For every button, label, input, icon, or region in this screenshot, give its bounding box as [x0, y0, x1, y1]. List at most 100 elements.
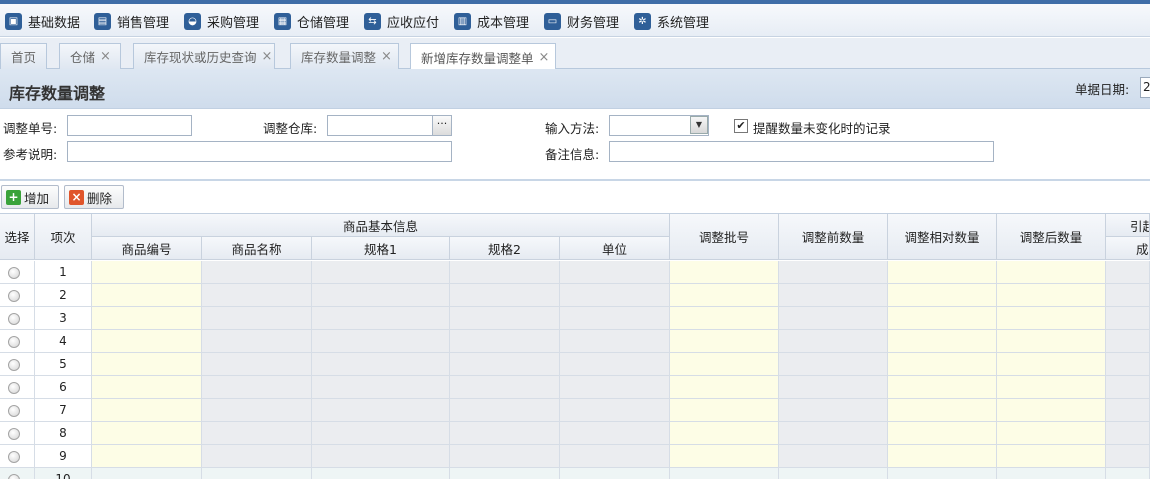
- close-icon[interactable]: ×: [381, 49, 392, 64]
- row-radio[interactable]: [8, 382, 20, 394]
- batch-cell[interactable]: [670, 353, 779, 376]
- row-radio[interactable]: [8, 313, 20, 325]
- after-qty-cell[interactable]: [997, 422, 1106, 445]
- table-row[interactable]: 2: [0, 284, 1150, 307]
- remind-checkbox[interactable]: ✔: [734, 119, 748, 133]
- cost-cell: [1106, 376, 1150, 399]
- menu-item-receivable-payable[interactable]: ⇆ 应收应付: [364, 10, 439, 32]
- after-qty-cell[interactable]: [997, 468, 1106, 479]
- unit-cell: [560, 422, 670, 445]
- code-cell[interactable]: [92, 399, 202, 422]
- row-radio[interactable]: [8, 474, 20, 479]
- relative-qty-cell[interactable]: [888, 445, 997, 468]
- after-qty-cell[interactable]: [997, 353, 1106, 376]
- chevron-down-icon[interactable]: ▼: [690, 116, 708, 134]
- code-cell[interactable]: [92, 353, 202, 376]
- batch-cell[interactable]: [670, 261, 779, 284]
- code-cell[interactable]: [92, 284, 202, 307]
- batch-cell[interactable]: [670, 445, 779, 468]
- unit-cell: [560, 353, 670, 376]
- tab-new-adjust-order[interactable]: 新增库存数量调整单 ×: [410, 43, 556, 70]
- after-qty-cell[interactable]: [997, 399, 1106, 422]
- batch-cell[interactable]: [670, 307, 779, 330]
- delete-button[interactable]: × 删除: [64, 185, 124, 209]
- basket-icon: ◒: [184, 12, 201, 30]
- after-qty-cell[interactable]: [997, 376, 1106, 399]
- tab-home[interactable]: 首页: [0, 43, 47, 69]
- batch-cell[interactable]: [670, 330, 779, 353]
- table-row[interactable]: 10: [0, 468, 1150, 479]
- row-radio[interactable]: [8, 428, 20, 440]
- relative-qty-cell[interactable]: [888, 307, 997, 330]
- batch-cell[interactable]: [670, 468, 779, 479]
- table-row[interactable]: 3: [0, 307, 1150, 330]
- close-icon[interactable]: ×: [262, 49, 273, 64]
- date-field[interactable]: 2: [1140, 77, 1150, 98]
- relative-qty-cell[interactable]: [888, 284, 997, 307]
- code-cell[interactable]: [92, 376, 202, 399]
- relative-qty-cell[interactable]: [888, 376, 997, 399]
- code-cell[interactable]: [92, 422, 202, 445]
- after-qty-cell[interactable]: [997, 330, 1106, 353]
- relative-qty-cell[interactable]: [888, 422, 997, 445]
- table-row[interactable]: 7: [0, 399, 1150, 422]
- name-cell: [202, 261, 312, 284]
- unit-cell: [560, 468, 670, 479]
- reference-input[interactable]: [67, 141, 452, 162]
- menu-item-system[interactable]: ✲ 系统管理: [634, 10, 709, 32]
- batch-cell[interactable]: [670, 284, 779, 307]
- relative-qty-cell[interactable]: [888, 353, 997, 376]
- table-row[interactable]: 1: [0, 261, 1150, 284]
- after-qty-cell[interactable]: [997, 284, 1106, 307]
- after-qty-cell[interactable]: [997, 445, 1106, 468]
- menu-item-cost[interactable]: ▥ 成本管理: [454, 10, 529, 32]
- code-cell[interactable]: [92, 261, 202, 284]
- before-qty-cell: [779, 261, 888, 284]
- menu-item-sales[interactable]: ▤ 销售管理: [94, 10, 169, 32]
- name-cell: [202, 468, 312, 479]
- code-cell[interactable]: [92, 307, 202, 330]
- menu-item-finance[interactable]: ▭ 财务管理: [544, 10, 619, 32]
- before-qty-cell: [779, 445, 888, 468]
- tab-inventory-adjust[interactable]: 库存数量调整 ×: [290, 43, 399, 69]
- relative-qty-cell[interactable]: [888, 261, 997, 284]
- code-cell[interactable]: [92, 330, 202, 353]
- code-cell[interactable]: [92, 445, 202, 468]
- table-row[interactable]: 8: [0, 422, 1150, 445]
- spec2-cell: [450, 330, 560, 353]
- row-radio[interactable]: [8, 290, 20, 302]
- note-input[interactable]: [609, 141, 994, 162]
- tab-inventory-query[interactable]: 库存现状或历史查询 ×: [133, 43, 275, 69]
- table-row[interactable]: 9: [0, 445, 1150, 468]
- code-cell[interactable]: [92, 468, 202, 479]
- table-row[interactable]: 5: [0, 353, 1150, 376]
- close-icon[interactable]: ×: [539, 50, 550, 65]
- spec2-cell: [450, 353, 560, 376]
- batch-cell[interactable]: [670, 376, 779, 399]
- relative-qty-cell[interactable]: [888, 399, 997, 422]
- row-radio[interactable]: [8, 359, 20, 371]
- row-radio[interactable]: [8, 267, 20, 279]
- add-button[interactable]: + 增加: [1, 185, 59, 209]
- close-icon[interactable]: ×: [100, 49, 111, 64]
- relative-qty-cell[interactable]: [888, 468, 997, 479]
- menu-item-purchase[interactable]: ◒ 采购管理: [184, 10, 259, 32]
- after-qty-cell[interactable]: [997, 307, 1106, 330]
- batch-cell[interactable]: [670, 422, 779, 445]
- seq-cell: 5: [35, 353, 92, 376]
- menu-item-warehouse[interactable]: ▦ 仓储管理: [274, 10, 349, 32]
- adjust-no-input[interactable]: [67, 115, 192, 136]
- warehouse-picker-button[interactable]: ···: [432, 116, 451, 135]
- row-radio[interactable]: [8, 451, 20, 463]
- cost-cell: [1106, 353, 1150, 376]
- tab-warehouse[interactable]: 仓储 ×: [59, 43, 121, 69]
- relative-qty-cell[interactable]: [888, 330, 997, 353]
- batch-cell[interactable]: [670, 399, 779, 422]
- after-qty-cell[interactable]: [997, 261, 1106, 284]
- unit-cell: [560, 445, 670, 468]
- menu-item-basic-data[interactable]: ▣ 基础数据: [5, 10, 80, 32]
- table-row[interactable]: 6: [0, 376, 1150, 399]
- row-radio[interactable]: [8, 336, 20, 348]
- table-row[interactable]: 4: [0, 330, 1150, 353]
- row-radio[interactable]: [8, 405, 20, 417]
